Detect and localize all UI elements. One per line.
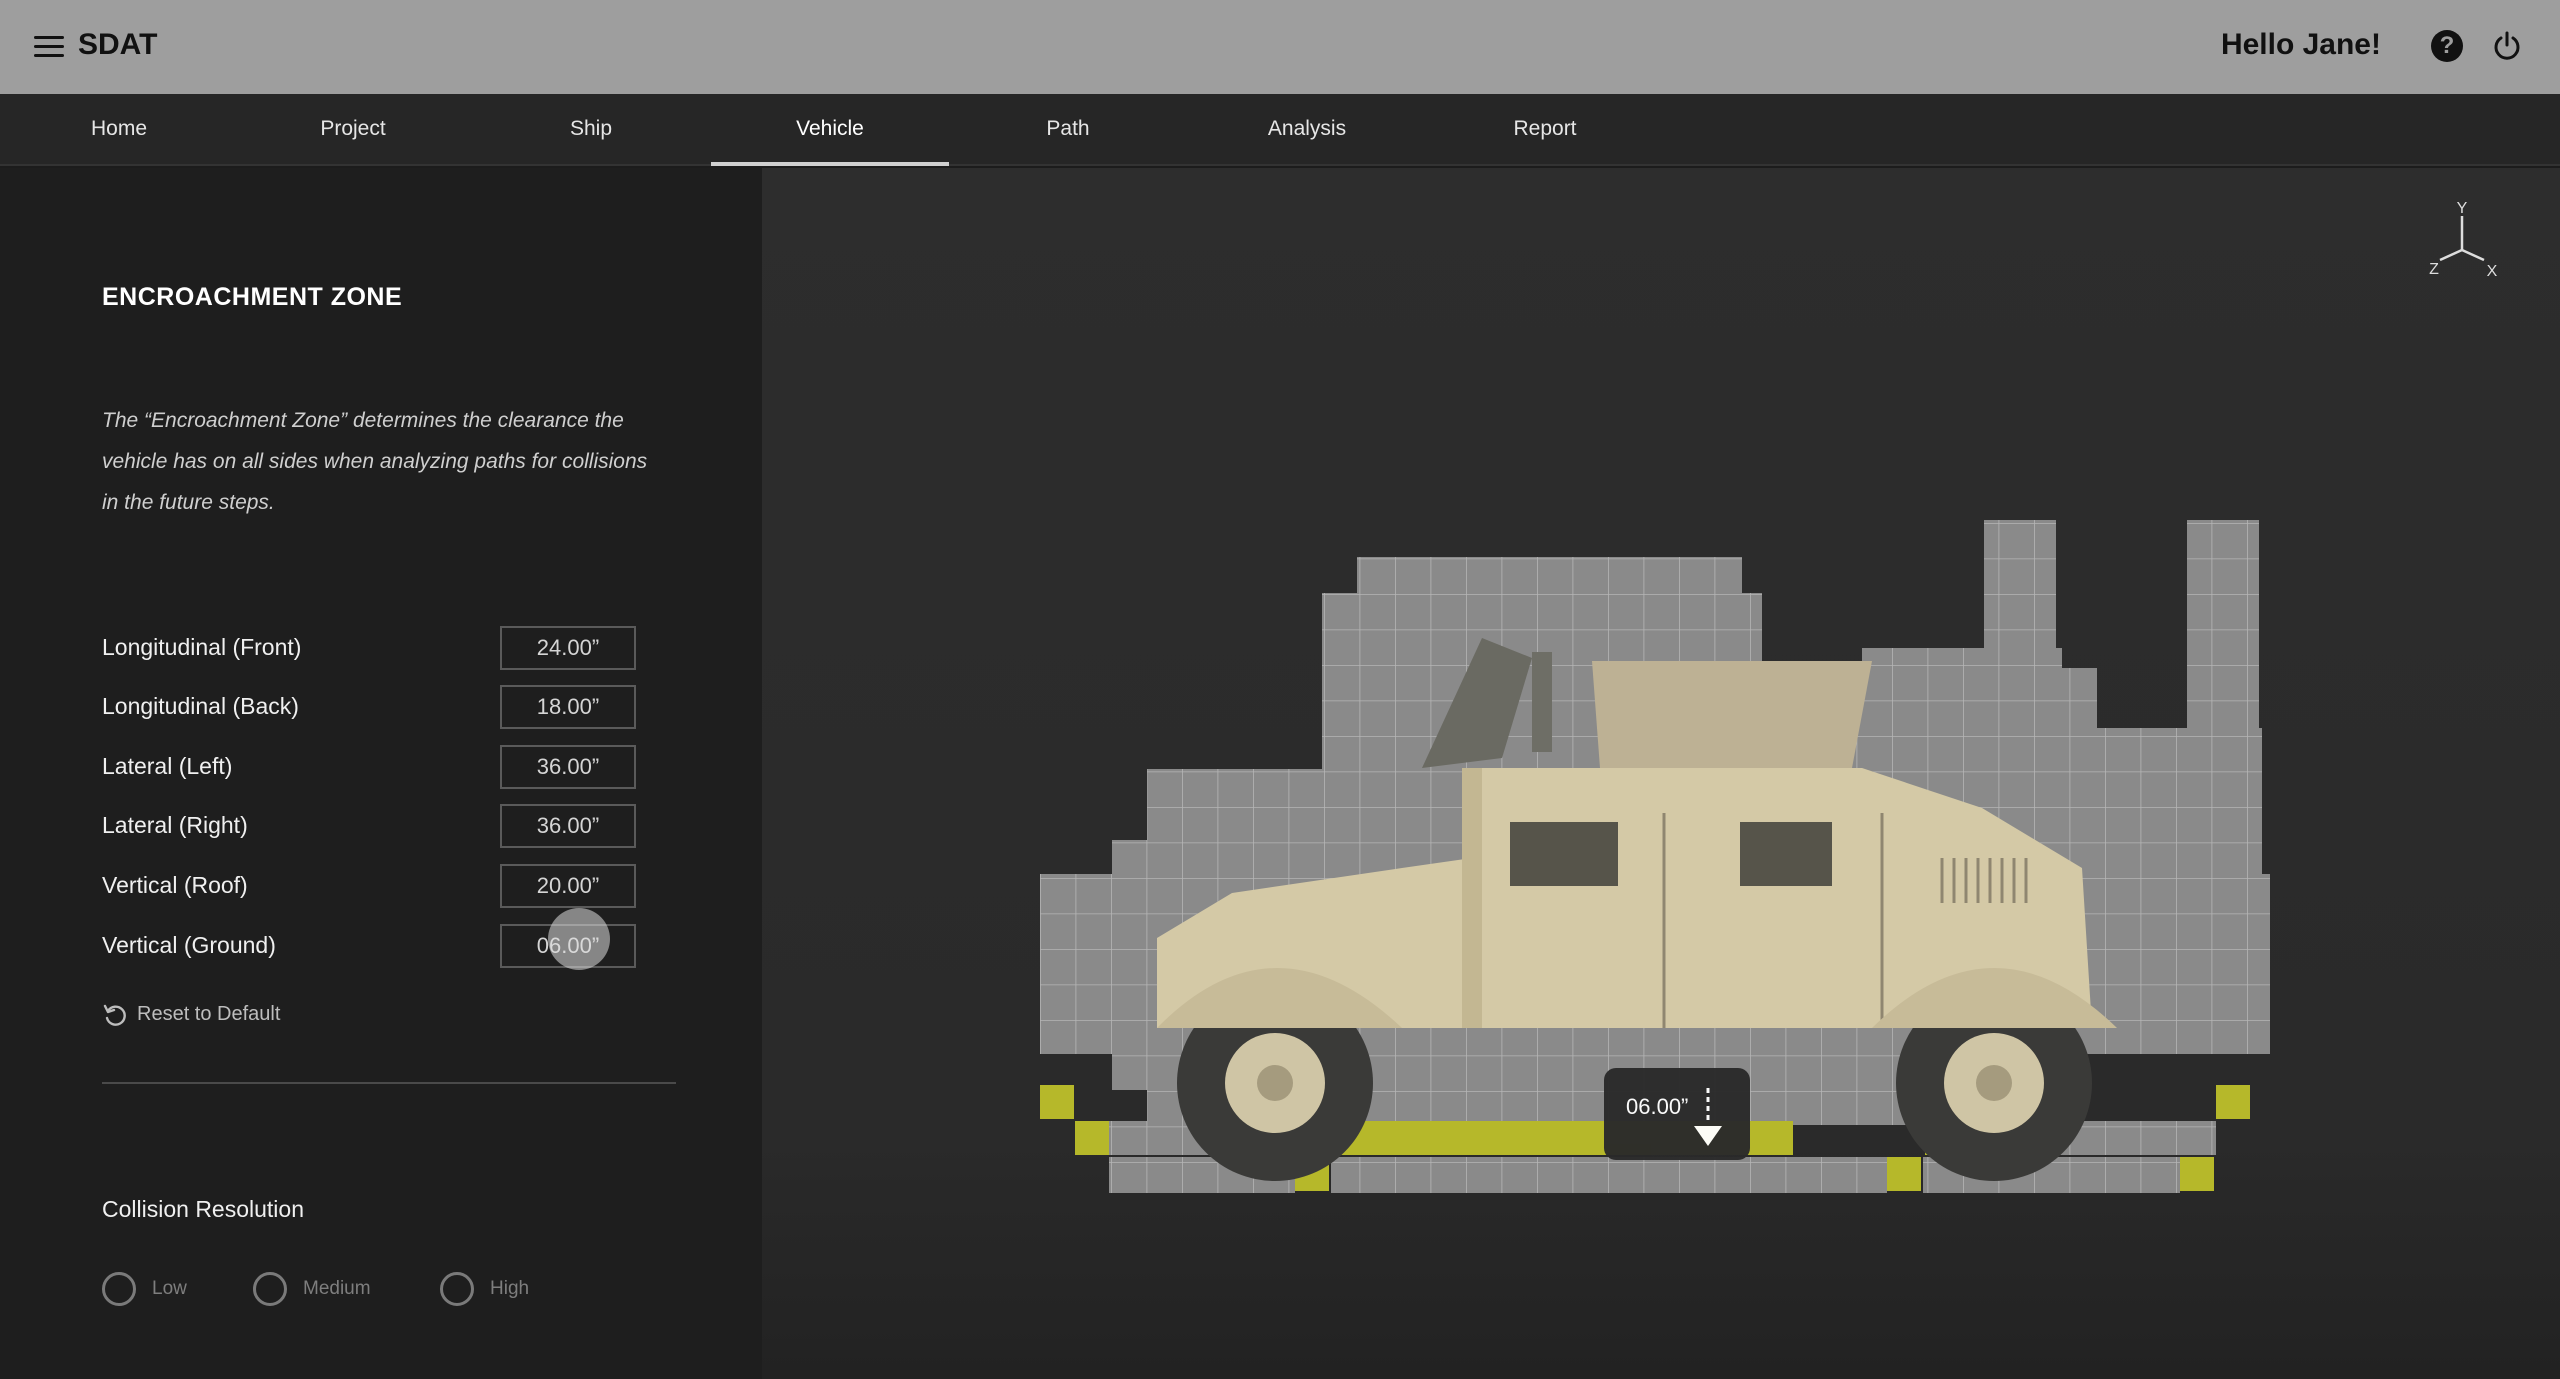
radio-button[interactable] [253,1272,287,1306]
vertical-ground-input[interactable] [500,924,636,968]
tab-home[interactable]: Home [0,94,238,164]
power-icon[interactable] [2491,30,2523,62]
vertical-roof-input[interactable] [500,864,636,908]
divider [102,1082,676,1084]
drag-arrow-down-icon[interactable] [1688,1086,1728,1150]
longitudinal-back-input[interactable] [500,685,636,729]
field-label: Vertical (Ground) [102,932,276,958]
ground-clearance-tooltip[interactable]: 06.00” [1604,1068,1750,1160]
field-label: Lateral (Left) [102,753,233,779]
panel-description: The “Encroachment Zone” determines the c… [102,409,648,514]
tab-analysis[interactable]: Analysis [1188,94,1426,164]
app-title: SDAT [78,28,158,61]
radio-label: High [490,1278,530,1299]
tab-path[interactable]: Path [949,94,1187,164]
user-greeting: Hello Jane! [2220,28,2381,61]
field-vertical-ground: Vertical (Ground) [102,924,636,968]
field-vertical-roof: Vertical (Roof) [102,864,636,908]
field-lateral-left: Lateral (Left) [102,745,636,789]
hamburger-menu-icon[interactable] [34,36,64,58]
field-lateral-right: Lateral (Right) [102,804,636,848]
top-bar: SDAT Hello Jane! ? [0,0,2560,94]
lateral-right-input[interactable] [500,804,636,848]
field-label: Lateral (Right) [102,812,248,838]
field-longitudinal-back: Longitudinal (Back) [102,685,636,729]
vehicle-3d-viewport[interactable]: Y Z X 06.00” [762,168,2560,1379]
radio-button[interactable] [440,1272,474,1306]
longitudinal-front-input[interactable] [500,626,636,670]
tab-report[interactable]: Report [1426,94,1664,164]
encroachment-scene [1040,520,2270,1193]
tab-ship[interactable]: Ship [472,94,710,164]
radio-label: Low [152,1278,187,1299]
field-label: Longitudinal (Back) [102,693,299,719]
main-tab-bar: Home Project Ship Vehicle Path Analysis … [0,94,2560,166]
field-label: Longitudinal (Front) [102,634,302,660]
radio-button[interactable] [102,1272,136,1306]
radio-label: Medium [303,1278,371,1299]
encroachment-settings-panel: ENCROACHMENT ZONE The “Encroachment Zone… [0,168,762,1379]
collision-resolution-title: Collision Resolution [102,1196,304,1222]
tab-vehicle[interactable]: Vehicle [711,94,949,166]
tab-project[interactable]: Project [234,94,472,164]
panel-title: ENCROACHMENT ZONE [102,283,403,311]
undo-icon [103,1004,126,1026]
lateral-left-input[interactable] [500,745,636,789]
help-icon[interactable]: ? [2431,30,2463,62]
reset-label: Reset to Default [137,1003,281,1025]
tooltip-value: 06.00” [1626,1094,1689,1119]
field-label: Vertical (Roof) [102,872,248,898]
field-longitudinal-front: Longitudinal (Front) [102,626,636,670]
